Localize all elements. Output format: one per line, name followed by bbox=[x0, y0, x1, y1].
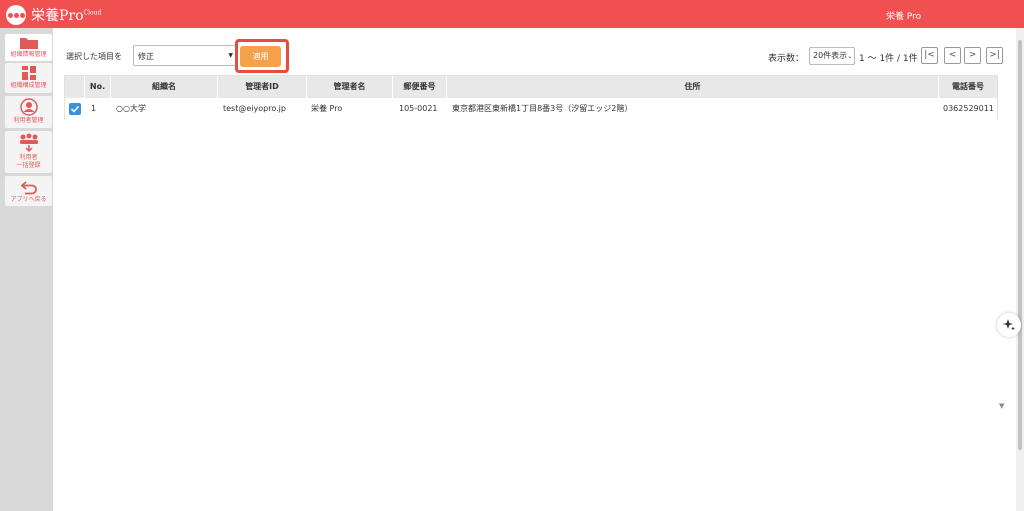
header-user-name[interactable]: 栄養 Pro bbox=[886, 9, 921, 22]
display-count-select[interactable]: 20件表示⌄ bbox=[809, 47, 855, 65]
sidebar: 組織情報管理 組織構成管理 利用者管理 利用者 一括登録 アプリへ戻る bbox=[0, 28, 53, 511]
sidebar-item-org-structure[interactable]: 組織構成管理 bbox=[5, 63, 52, 93]
sidebar-item-label: 組織構成管理 bbox=[10, 82, 47, 89]
user-icon bbox=[19, 98, 38, 116]
cell-address: 東京都港区東新橋1丁目8番3号（汐留エッジ2階） bbox=[452, 104, 633, 113]
bulk-action-label: 選択した項目を bbox=[66, 52, 122, 61]
header-org-name: 組織名 bbox=[111, 76, 218, 98]
sidebar-item-org-info[interactable]: 組織情報管理 bbox=[5, 34, 52, 61]
app-logo[interactable]: 栄養ProCloud bbox=[6, 5, 101, 25]
cell-phone: 0362529011 bbox=[943, 104, 994, 113]
logo-mark-icon bbox=[6, 5, 26, 25]
return-icon bbox=[20, 181, 37, 195]
check-icon bbox=[70, 105, 80, 113]
cell-no: 1 bbox=[91, 104, 97, 113]
display-count-label: 表示数： bbox=[768, 54, 805, 64]
next-page-button[interactable]: > bbox=[964, 47, 981, 64]
header-address: 住所 bbox=[447, 76, 939, 98]
cell-zip: 105-0021 bbox=[399, 104, 438, 113]
ai-assistant-button[interactable] bbox=[997, 313, 1021, 337]
logo-text: 栄養ProCloud bbox=[31, 8, 102, 24]
pagination-range: 1 〜 1件 / 1件 bbox=[859, 54, 918, 64]
sidebar-item-label: 利用者 bbox=[19, 154, 38, 161]
sidebar-item-user-management[interactable]: 利用者管理 bbox=[5, 96, 52, 128]
scroll-down-icon[interactable]: ▼ bbox=[999, 402, 1004, 410]
sidebar-item-label: 利用者管理 bbox=[13, 117, 44, 124]
sidebar-item-label: アプリへ戻る bbox=[10, 196, 47, 203]
sparkle-icon bbox=[1003, 319, 1015, 331]
header-zip: 郵便番号 bbox=[393, 76, 447, 98]
header-admin-id: 管理者ID bbox=[218, 76, 307, 98]
org-table: No. 組織名 管理者ID 管理者名 郵便番号 住所 電話番号 1 ○○大学 t… bbox=[64, 75, 998, 120]
display-count-value: 20件表示 bbox=[813, 51, 848, 60]
chevron-down-icon: ⌄ bbox=[847, 53, 853, 60]
grid-icon bbox=[21, 66, 36, 80]
group-upload-icon bbox=[19, 133, 38, 153]
cell-org-name: ○○大学 bbox=[116, 104, 146, 113]
header-no: No. bbox=[85, 76, 111, 98]
sidebar-item-back-to-app[interactable]: アプリへ戻る bbox=[5, 176, 52, 206]
header-phone: 電話番号 bbox=[952, 82, 984, 91]
header-admin-name: 管理者名 bbox=[307, 76, 393, 98]
table-row[interactable]: 1 ○○大学 test@eiyopro.jp 栄養 Pro 105-0021 東… bbox=[65, 98, 997, 120]
scrollbar-thumb[interactable] bbox=[1018, 40, 1022, 450]
sidebar-item-label: 一括登録 bbox=[16, 162, 41, 169]
folder-icon bbox=[19, 38, 38, 49]
last-page-button[interactable]: >| bbox=[986, 47, 1003, 64]
bulk-action-value: 修正 bbox=[138, 52, 154, 61]
apply-button[interactable]: 適用 bbox=[240, 46, 281, 67]
sidebar-item-bulk-register[interactable]: 利用者 一括登録 bbox=[5, 131, 52, 173]
header-select bbox=[65, 76, 85, 98]
app-header: 栄養ProCloud 栄養 Pro bbox=[0, 0, 1024, 28]
bulk-action-select[interactable]: 修正 ▼ bbox=[133, 45, 237, 66]
prev-page-button[interactable]: < bbox=[944, 47, 961, 64]
first-page-button[interactable]: |< bbox=[921, 47, 938, 64]
table-header: No. 組織名 管理者ID 管理者名 郵便番号 住所 電話番号 bbox=[65, 76, 997, 98]
cell-admin-id: test@eiyopro.jp bbox=[223, 104, 286, 113]
sidebar-item-label: 組織情報管理 bbox=[10, 51, 47, 58]
cell-admin-name: 栄養 Pro bbox=[311, 104, 343, 113]
row-checkbox[interactable] bbox=[69, 103, 81, 115]
caret-down-icon: ▼ bbox=[228, 52, 233, 59]
